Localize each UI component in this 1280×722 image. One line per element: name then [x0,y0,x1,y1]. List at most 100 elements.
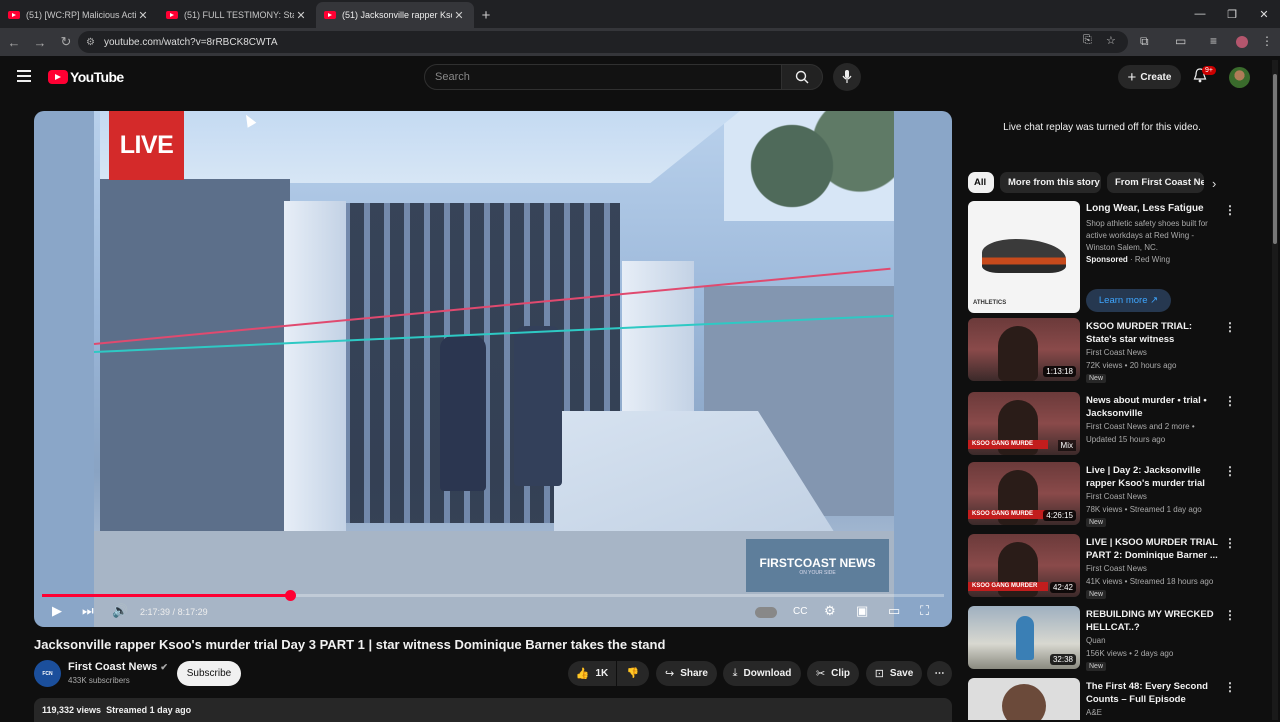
new-tab-icon[interactable]: + [474,2,498,28]
save-button[interactable]: ⊡ Save [866,661,922,686]
chip-more-from-story[interactable]: More from this story [1000,172,1101,193]
description-box[interactable]: 119,332 views Streamed 1 day ago [34,698,952,722]
learn-more-button[interactable]: Learn more ↗ [1086,289,1171,312]
more-vertical-icon[interactable]: ⋮ [1224,320,1236,334]
volume-icon[interactable]: 🔊 [112,603,128,619]
more-actions-button[interactable]: ⋯ [927,661,952,686]
back-icon[interactable]: ← [2,30,26,54]
clip-label: Clip [831,668,851,679]
sponsored-ad[interactable]: ATHLETICS Long Wear, Less Fatigue Shop a… [968,201,1236,314]
miniplayer-icon[interactable]: ▣ [856,603,868,619]
theater-mode-icon[interactable]: ▭ [888,603,900,619]
watermark-subtext: ON YOUR SIDE [799,569,836,576]
more-vertical-icon[interactable]: ⋮ [1224,203,1236,217]
recommendation-meta: Updated 15 hours ago [1086,435,1166,444]
split-view-icon[interactable]: ▭ [1175,34,1186,48]
captions-icon[interactable]: CC [793,606,807,617]
recommendation-thumbnail[interactable]: 32:38 [968,606,1080,669]
close-tab-icon[interactable]: ✕ [452,9,466,22]
search-input[interactable]: Search [424,64,782,90]
scrollbar-thumb[interactable] [1273,74,1277,244]
recommendation-item[interactable]: 32:38 REBUILDING MY WRECKED HELLCAT..? Q… [968,606,1236,671]
subscribe-button[interactable]: Subscribe [177,661,241,686]
close-window-icon[interactable]: ✕ [1248,0,1280,28]
more-vertical-icon[interactable]: ⋮ [1224,464,1236,478]
recommendation-thumbnail[interactable]: KSOO GANG MURDE 4:26:15 [968,462,1080,525]
browser-tab[interactable]: (51) FULL TESTIMONY: State's star ✕ [158,2,316,28]
ad-thumbnail[interactable]: ATHLETICS [968,201,1080,313]
clip-button[interactable]: ✂ Clip [807,661,859,686]
dislike-button[interactable]: 👎 [617,661,649,686]
recommendation-item[interactable]: KSOO GANG MURDE Mix News about murder • t… [968,392,1236,456]
youtube-favicon-icon [8,11,20,19]
progress-bar[interactable] [42,590,944,601]
url-field[interactable]: ⚙ youtube.com/watch?v=8rRBCK8CWTA ⎘ ☆ [78,31,1128,53]
url-text: youtube.com/watch?v=8rRBCK8CWTA [104,36,278,48]
channel-avatar[interactable]: FCN [34,660,61,687]
site-info-icon[interactable]: ⚙ [86,37,98,48]
share-button[interactable]: ↪ Share [656,661,717,686]
download-label: Download [743,668,792,679]
video-player[interactable]: LIVE FIRSTCOAST NEWS ON YOUR SIDE ▶ ⏭ 🔊 … [34,111,952,627]
restore-icon[interactable]: ❐ [1216,0,1248,28]
extensions-icon[interactable]: ⧉ [1140,34,1149,49]
browser-tab[interactable]: (51) [WC:RP] Malicious Activity ✕ [0,2,158,28]
account-avatar[interactable] [1229,67,1250,88]
install-app-icon[interactable]: ⎘ [1083,34,1092,47]
overhang-roof [100,111,740,183]
browser-tab-active[interactable]: (51) Jacksonville rapper Ksoo's ✕ [316,2,474,28]
address-bar-row: ← → ↻ ⚙ youtube.com/watch?v=8rRBCK8CWTA … [0,28,1280,56]
create-button[interactable]: + Create [1118,65,1181,89]
close-tab-icon[interactable]: ✕ [294,9,308,22]
recommendation-thumbnail[interactable] [968,678,1080,720]
settings-gear-icon[interactable]: ⚙ [824,603,836,619]
watermark-text: FIRSTCOAST NEWS [759,555,876,570]
learn-more-label: Learn more [1098,295,1148,306]
search-icon [795,70,809,84]
recommendation-thumbnail[interactable]: KSOO GANG MURDER 42:42 [968,534,1080,597]
like-button[interactable]: 👍 1K [568,661,616,686]
recommendation-item[interactable]: The First 48: Every Second Counts – Full… [968,678,1236,720]
youtube-logo[interactable]: YouTube [48,69,124,85]
profile-avatar[interactable] [1236,36,1248,48]
fullscreen-icon[interactable]: ⛶ [920,603,929,619]
new-badge: New [1086,590,1107,599]
recommendation-item[interactable]: KSOO GANG MURDER 42:42 LIVE | KSOO MURDER… [968,534,1236,599]
recommendation-thumbnail[interactable]: 1:13:18 [968,318,1080,381]
media-control-icon[interactable]: ≡ [1210,34,1217,48]
forward-icon[interactable]: → [28,30,52,54]
menu-icon[interactable] [17,70,31,82]
video-duration: 32:38 [1049,654,1076,665]
browser-menu-icon[interactable]: ⋮ [1261,34,1273,48]
more-vertical-icon[interactable]: ⋮ [1224,536,1236,550]
channel-name[interactable]: First Coast News ✔ [68,661,168,673]
more-vertical-icon[interactable]: ⋮ [1224,608,1236,622]
more-vertical-icon[interactable]: ⋮ [1224,680,1236,694]
thumbnail-banner: KSOO GANG MURDE [968,440,1048,449]
save-label: Save [889,668,914,679]
search-button[interactable] [781,64,823,90]
more-vertical-icon[interactable]: ⋮ [1224,394,1236,408]
chip-all[interactable]: All [968,172,994,193]
recommendation-item[interactable]: 1:13:18 KSOO MURDER TRIAL: State's star … [968,318,1236,383]
scissors-icon: ✂ [815,668,826,680]
tab-title: (51) [WC:RP] Malicious Activity [26,10,136,20]
recommendation-meta: 78K views • Streamed 1 day ago [1086,505,1202,514]
minimize-icon[interactable]: — [1184,0,1216,28]
video-title: Jacksonville rapper Ksoo's murder trial … [34,637,666,652]
next-icon[interactable]: ⏭ [82,603,94,619]
recommendation-item[interactable]: KSOO GANG MURDE 4:26:15 Live | Day 2: Jac… [968,462,1236,527]
chip-from-channel[interactable]: From First Coast News [1107,172,1204,193]
voice-search-button[interactable] [833,63,861,91]
close-tab-icon[interactable]: ✕ [136,9,150,22]
bookmark-star-icon[interactable]: ☆ [1106,34,1116,47]
share-icon: ↪ [664,668,675,680]
play-icon[interactable]: ▶ [52,603,62,619]
recommendation-channel: Quan [1086,636,1106,645]
page-scrollbar[interactable] [1272,60,1278,720]
recommendation-thumbnail[interactable]: KSOO GANG MURDE Mix [968,392,1080,455]
reload-icon[interactable]: ↻ [54,30,78,54]
autoplay-toggle[interactable] [755,607,777,618]
download-button[interactable]: ⤓ Download [723,661,801,686]
chevron-right-icon[interactable]: › [1212,176,1216,191]
